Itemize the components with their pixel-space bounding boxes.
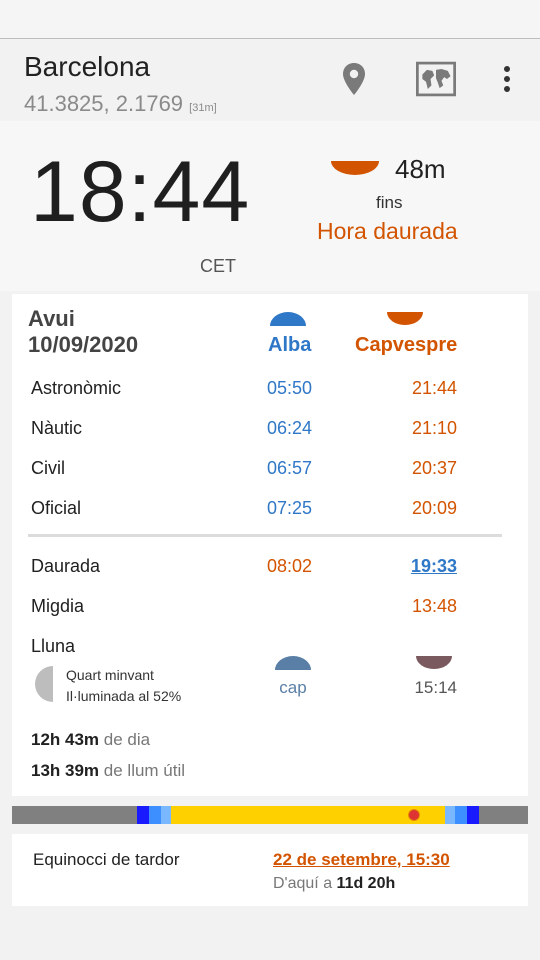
timezone: CET (200, 256, 236, 276)
equinox-card: Equinocci de tardor 22 de setembre, 15:3… (12, 834, 528, 906)
day-length-value: 12h 43m (31, 730, 100, 749)
sunset-icon (331, 161, 379, 175)
altitude: [31m] (189, 102, 217, 114)
app-bar: Barcelona 41.3825, 2.1769 [31m] (0, 39, 540, 121)
location-pin-icon[interactable] (334, 59, 374, 99)
dawn-time: 06:24 (266, 418, 312, 438)
row-label: Oficial (31, 498, 82, 518)
timeline-segment-day (171, 806, 445, 824)
equinox-date-link[interactable]: 22 de setembre, 15:30 (273, 850, 450, 870)
row-label: Migdia (31, 596, 85, 616)
timeline-segment (467, 806, 479, 824)
dawn-time: 05:50 (266, 378, 312, 398)
until-label: fins (376, 193, 403, 212)
dawn-column-header: Alba (268, 334, 312, 356)
moonset-icon (416, 656, 452, 669)
moon-phase: Quart minvant (66, 667, 154, 683)
timeline-segment (149, 806, 161, 824)
countdown: 48m (395, 154, 446, 184)
row-label: Lluna (31, 636, 76, 656)
divider (28, 534, 502, 537)
coordinates-value: 41.3825, 2.1769 (24, 91, 184, 116)
noon-time: 13:48 (411, 596, 457, 616)
useful-light-label: de llum útil (103, 761, 186, 780)
equinox-countdown: D'aquí a 11d 20h (273, 875, 395, 893)
dusk-time: 21:44 (411, 378, 457, 398)
today-date: 10/09/2020 (28, 332, 139, 357)
dawn-time: 07:25 (266, 498, 312, 518)
dusk-column-header: Capvespre (355, 334, 458, 356)
equinox-until-prefix: D'aquí a (273, 875, 333, 892)
day-timeline-bar (12, 806, 528, 824)
clock-panel: 18:44 CET 48m fins Hora daurada (0, 121, 540, 291)
current-time: 18:44 (30, 144, 251, 240)
dawn-time: 06:57 (266, 458, 312, 478)
sunrise-icon (270, 312, 306, 326)
golden-dawn-time: 08:02 (266, 556, 312, 576)
timeline-segment (137, 806, 149, 824)
moonrise-icon (275, 656, 311, 670)
moonrise-time: cap (279, 678, 307, 697)
coordinates: 41.3825, 2.1769 [31m] (24, 91, 217, 117)
equinox-label: Equinocci de tardor (33, 850, 180, 869)
today-card: Avui 10/09/2020 Alba Capvespre Astronòmi… (12, 294, 528, 796)
moonset-time: 15:14 (414, 678, 457, 697)
dusk-time: 20:37 (411, 458, 457, 478)
map-icon[interactable] (416, 59, 456, 99)
moon-phase-icon (35, 666, 53, 702)
dusk-time: 20:09 (411, 498, 457, 518)
useful-light: 13h 39m de llum útil (31, 761, 185, 781)
dusk-time: 21:10 (411, 418, 457, 438)
row-label: Daurada (31, 556, 101, 576)
day-length: 12h 43m de dia (31, 730, 150, 750)
useful-light-value: 13h 39m (31, 761, 100, 780)
current-time-marker (409, 810, 419, 820)
sunset-icon (387, 312, 423, 325)
day-length-label: de dia (103, 730, 151, 749)
timeline-segment (455, 806, 467, 824)
row-label: Astronòmic (31, 378, 122, 398)
row-label: Nàutic (31, 418, 83, 438)
next-event: Hora daurada (317, 218, 458, 244)
timeline-segment (445, 806, 455, 824)
moon-illumination: Il·luminada al 52% (66, 688, 182, 704)
equinox-until-value: 11d 20h (336, 875, 396, 892)
today-heading: Avui 10/09/2020 (28, 306, 138, 358)
today-label: Avui (28, 306, 75, 331)
row-label: Civil (31, 458, 65, 478)
timeline-segment (161, 806, 171, 824)
status-bar (0, 0, 540, 39)
more-vert-icon[interactable] (487, 59, 527, 99)
golden-dusk-time[interactable]: 19:33 (387, 556, 457, 577)
city-name[interactable]: Barcelona (24, 51, 150, 83)
